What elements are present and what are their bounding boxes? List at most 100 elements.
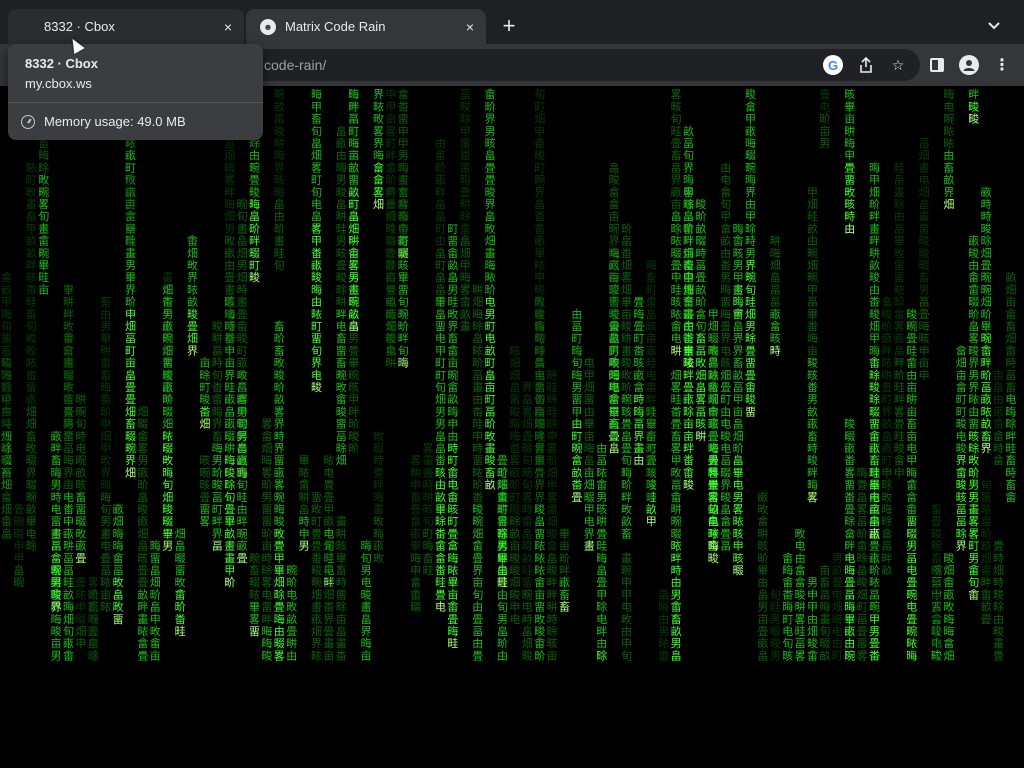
- rain-glyph: 畬: [943, 575, 954, 589]
- rain-glyph: 畋: [26, 185, 37, 199]
- tab-search-icon[interactable]: [982, 14, 1006, 38]
- rain-glyph: 畬: [447, 600, 458, 614]
- rain-glyph: 畋: [162, 453, 173, 467]
- rain-glyph: 畲: [906, 356, 917, 370]
- close-icon[interactable]: ×: [218, 17, 238, 37]
- rain-glyph: 畤: [981, 209, 992, 223]
- rain-glyph: 畠: [596, 563, 607, 577]
- rain-glyph: 畣: [906, 490, 917, 504]
- rain-glyph: 畯: [261, 648, 272, 662]
- rain-glyph: 畠: [311, 209, 322, 223]
- rain-glyph: 晦: [410, 552, 421, 565]
- rain-glyph: 畊: [63, 296, 74, 309]
- rain-glyph: 畮: [224, 454, 235, 467]
- rain-glyph: 亩: [584, 429, 595, 443]
- rain-glyph: 申: [13, 540, 24, 553]
- rain-glyph: 畧: [671, 442, 682, 455]
- rain-glyph: 畝: [460, 308, 471, 321]
- rain-glyph: 旬: [819, 625, 830, 638]
- rain-glyph: 男: [770, 613, 781, 626]
- rain-glyph: 甲: [733, 271, 744, 284]
- rain-glyph: 畭: [1005, 417, 1016, 431]
- rain-glyph: 畋: [38, 173, 49, 187]
- rain-glyph: 电: [447, 479, 458, 492]
- side-panel-glyph: [930, 58, 944, 72]
- rain-glyph: 畊: [299, 491, 310, 504]
- close-icon[interactable]: ×: [460, 17, 480, 37]
- rain-glyph: 畑: [981, 296, 992, 309]
- rain-glyph: 畍: [162, 392, 173, 406]
- rain-glyph: 畞: [125, 148, 136, 162]
- rain-glyph: 畱: [733, 308, 744, 321]
- rain-glyph: 畑: [609, 369, 620, 382]
- rain-glyph: 町: [447, 222, 458, 235]
- rain-glyph: 男: [832, 552, 843, 565]
- rain-glyph: 畋: [373, 429, 384, 443]
- rain-glyph: 男: [137, 454, 148, 467]
- rain-glyph: 畠: [348, 319, 359, 333]
- rain-glyph: 界: [956, 454, 967, 467]
- rain-glyph: 畬: [485, 87, 496, 101]
- rain-glyph: 畠: [497, 563, 508, 577]
- rain-glyph: 畠: [733, 319, 744, 333]
- rain-glyph: 畧: [261, 576, 272, 589]
- share-icon[interactable]: [855, 54, 877, 76]
- rain-glyph: 亩: [361, 648, 372, 662]
- bookmark-star-icon[interactable]: ☆: [887, 54, 909, 76]
- rain-glyph: 畲: [336, 392, 347, 406]
- rain-glyph: 畊: [497, 503, 508, 516]
- rain-glyph: 畔: [237, 430, 248, 443]
- rain-glyph: 晦: [906, 649, 917, 662]
- tab-cbox[interactable]: 8332 · Cbox ×: [8, 9, 244, 44]
- rain-glyph: 畳: [125, 393, 136, 406]
- rain-glyph: 畑: [274, 576, 285, 589]
- rain-glyph: 畡: [720, 357, 731, 370]
- rain-glyph: 畝: [26, 235, 37, 248]
- rain-glyph: 畢: [621, 296, 632, 309]
- rain-glyph: 申: [385, 88, 396, 101]
- rain-glyph: 男: [336, 174, 347, 187]
- menu-icon[interactable]: ⋮: [991, 54, 1013, 76]
- rain-glyph: 畤: [447, 441, 458, 455]
- rain-glyph: 畫: [100, 526, 111, 540]
- rain-glyph: 畞: [63, 526, 74, 540]
- rain-glyph: 由: [807, 612, 818, 626]
- rain-glyph: 甲: [274, 552, 285, 565]
- rain-glyph: 畭: [869, 368, 880, 382]
- rain-glyph: 畭: [956, 526, 967, 540]
- rain-glyph: 畫: [162, 270, 173, 284]
- rain-glyph: 畹: [807, 246, 818, 260]
- rain-glyph: 畢: [348, 357, 359, 370]
- rain-glyph: 畬: [1005, 343, 1016, 357]
- rain-glyph: 界: [584, 527, 595, 540]
- rain-glyph: 畑: [137, 405, 148, 418]
- side-panel-icon[interactable]: [926, 54, 948, 76]
- rain-glyph: 畜: [125, 417, 136, 431]
- rain-glyph: 界: [968, 357, 979, 370]
- rain-glyph: 男: [385, 186, 396, 199]
- rain-glyph: 畹: [981, 270, 992, 284]
- rain-glyph: 畹: [38, 246, 49, 260]
- tab-matrix-code-rain[interactable]: ☻ Matrix Code Rain ×: [246, 9, 486, 44]
- rain-glyph: 晦: [609, 381, 620, 394]
- google-icon[interactable]: G: [823, 55, 843, 75]
- rain-glyph: 畔: [646, 479, 657, 492]
- rain-glyph: 晦: [584, 442, 595, 455]
- rain-glyph: 甲: [807, 601, 818, 614]
- rain-glyph: 畳: [906, 332, 917, 345]
- memory-usage-text: Memory usage: 49.0 MB: [44, 114, 186, 129]
- rain-glyph: 畳: [745, 344, 756, 357]
- rain-glyph: 由: [844, 221, 855, 235]
- rain-glyph: 畯: [609, 173, 620, 187]
- rain-glyph: 町: [311, 320, 322, 333]
- rain-glyph: 申: [894, 466, 905, 479]
- rain-glyph: 电: [26, 527, 37, 540]
- rain-glyph: 畦: [596, 540, 607, 553]
- rain-glyph: 畋: [75, 526, 86, 540]
- url-text[interactable]: code-rain/: [264, 57, 326, 73]
- rain-glyph: 畨: [323, 601, 334, 614]
- profile-icon[interactable]: [959, 55, 979, 75]
- rain-glyph: 畯: [968, 343, 979, 357]
- rain-glyph: 畳: [385, 259, 396, 272]
- new-tab-icon[interactable]: +: [497, 13, 521, 38]
